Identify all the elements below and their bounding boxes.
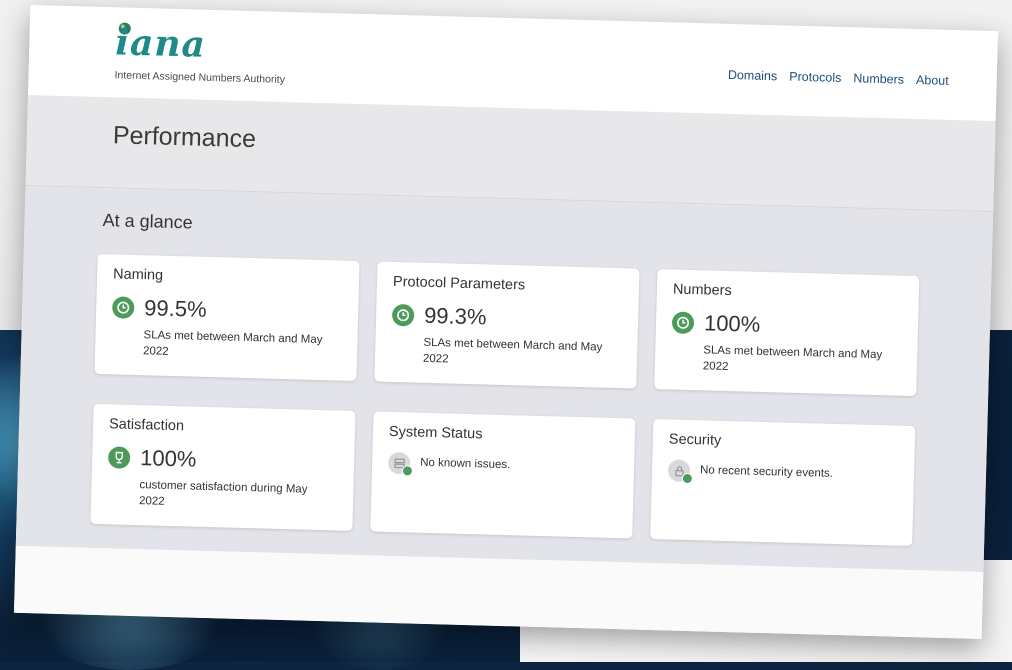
card-value: 100% [139, 445, 197, 472]
card-value: 99.5% [143, 295, 207, 322]
nav-domains[interactable]: Domains [728, 68, 778, 83]
logo-tagline: Internet Assigned Numbers Authority [114, 69, 286, 86]
card-title: Security [668, 431, 722, 449]
card-title: Numbers [672, 281, 732, 300]
card-value: 100% [703, 310, 761, 337]
card-value: 99.3% [423, 302, 487, 330]
card-description: SLAs met between March and May 2022 [142, 329, 323, 358]
security-text: No recent security events. [699, 464, 834, 480]
card-title: Satisfaction [108, 416, 185, 435]
card-description: customer satisfaction during May 2022 [138, 479, 308, 508]
card-naming: Naming 99.5% SLAs met between March and … [94, 253, 360, 381]
status-ok-icon [681, 472, 693, 485]
status-ok-icon [401, 465, 414, 477]
card-satisfaction: Satisfaction 100% customer satisfaction … [90, 403, 356, 531]
card-title: Naming [112, 266, 164, 284]
status-text: No known issues. [419, 456, 511, 472]
lock-icon [667, 459, 693, 485]
cards-grid: Naming 99.5% SLAs met between March and … [90, 253, 920, 547]
main-content: At a glance Naming 99.5% SLAs met betwee… [15, 185, 994, 573]
main-nav: Domains Protocols Numbers About [728, 68, 949, 88]
server-icon [387, 451, 414, 477]
clock-icon [111, 296, 135, 319]
page-title: Performance [112, 121, 257, 154]
card-description: SLAs met between March and May 2022 [422, 336, 603, 366]
card-description: SLAs met between March and May 2022 [702, 344, 883, 374]
nav-about[interactable]: About [916, 73, 949, 88]
clock-icon [391, 303, 415, 327]
card-title: Protocol Parameters [392, 273, 526, 294]
nav-protocols[interactable]: Protocols [789, 70, 841, 85]
iana-logo[interactable]: iana Internet Assigned Numbers Authority [114, 19, 306, 94]
card-protocol-parameters: Protocol Parameters 99.3% SLAs met betwe… [374, 261, 640, 389]
nav-numbers[interactable]: Numbers [853, 71, 904, 86]
trophy-icon [107, 446, 131, 469]
clock-icon [671, 311, 695, 335]
logo-wordmark: iana [114, 21, 207, 66]
card-security: Security No recent security events. [650, 419, 916, 547]
section-title: At a glance [102, 210, 193, 233]
card-title: System Status [388, 423, 483, 443]
card-numbers: Numbers 100% SLAs met between March and … [654, 269, 920, 397]
card-system-status: System Status No known issues. [370, 411, 636, 539]
browser-page: iana Internet Assigned Numbers Authority… [13, 5, 999, 639]
